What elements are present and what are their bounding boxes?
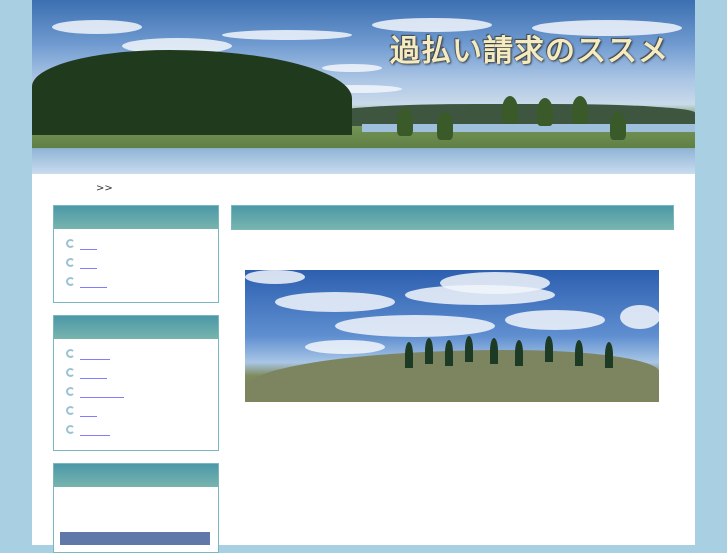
sidebar-link[interactable] (80, 276, 107, 288)
sidebar-link[interactable] (80, 405, 97, 417)
sidebar-link[interactable] (80, 424, 110, 436)
sidebar-link[interactable] (80, 386, 124, 398)
sidebar-link[interactable] (80, 238, 97, 250)
main-section-header (231, 205, 674, 230)
landscape-photo (245, 270, 659, 402)
header-banner: 過払い請求のススメ (32, 0, 695, 174)
sidebar-box-header (54, 206, 218, 229)
list-item (66, 344, 218, 363)
list-item (66, 382, 218, 401)
list-item (66, 363, 218, 382)
bullet-icon (66, 387, 75, 396)
bullet-icon (66, 258, 75, 267)
sidebar-link[interactable] (80, 348, 110, 360)
sidebar-link[interactable] (80, 257, 97, 269)
bullet-icon (66, 239, 75, 248)
sidebar-box-header (54, 464, 218, 487)
bullet-icon (66, 349, 75, 358)
list-item (66, 401, 218, 420)
sidebar-link[interactable] (80, 367, 107, 379)
bullet-icon (66, 368, 75, 377)
sidebar-box-header (54, 316, 218, 339)
sidebar-box-2 (53, 315, 219, 451)
list-item (66, 234, 218, 253)
bullet-icon (66, 277, 75, 286)
list-item (66, 272, 218, 291)
site-title: 過払い請求のススメ (390, 34, 669, 69)
breadcrumb: >> (96, 183, 113, 194)
sidebar-banner[interactable] (60, 532, 210, 545)
list-item (66, 253, 218, 272)
list-item (66, 420, 218, 439)
page: 過払い請求のススメ >> (32, 0, 695, 553)
sidebar-box-1 (53, 205, 219, 303)
bullet-icon (66, 425, 75, 434)
bullet-icon (66, 406, 75, 415)
